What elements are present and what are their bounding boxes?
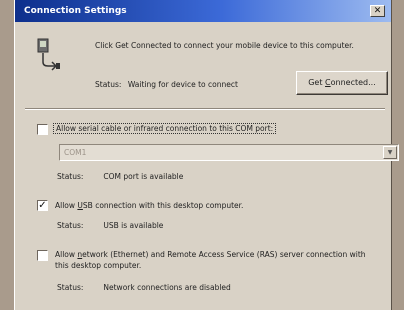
title-bar: Connection Settings ✕: [15, 0, 391, 22]
close-button[interactable]: ✕: [370, 5, 385, 17]
serial-label[interactable]: Allow serial cable or infrared connectio…: [53, 123, 277, 134]
network-status: Status: Network connections are disabled: [57, 283, 231, 292]
divider: [25, 108, 385, 110]
serial-status-value: COM port is available: [103, 172, 184, 181]
get-connected-label-pre: Get: [308, 78, 326, 87]
intro-status-value: Waiting for device to connect: [127, 80, 238, 89]
usb-label-post: SB connection with this desktop computer…: [82, 201, 244, 210]
chevron-down-icon[interactable]: ▼: [383, 146, 397, 159]
network-label[interactable]: Allow network (Ethernet) and Remote Acce…: [55, 249, 375, 271]
network-status-value: Network connections are disabled: [103, 283, 231, 292]
handheld-device-icon: [37, 38, 60, 71]
com-port-value: COM1: [64, 148, 87, 157]
usb-label-pre: Allow: [55, 201, 78, 210]
usb-checkbox[interactable]: ✓: [37, 200, 48, 211]
network-label-post: etwork (Ethernet) and Remote Access Serv…: [55, 250, 366, 270]
serial-label-text: Allow serial cable or infrared connectio…: [53, 123, 277, 134]
connection-settings-window: Connection Settings ✕ Click Get Connecte…: [14, 0, 399, 310]
window-title: Connection Settings: [24, 6, 127, 16]
get-connected-label-post: onnected...: [330, 78, 376, 87]
serial-checkbox[interactable]: [37, 124, 48, 135]
network-checkbox[interactable]: [37, 250, 48, 261]
close-icon: ✕: [373, 6, 382, 16]
network-status-label: Status:: [57, 283, 84, 292]
serial-status-label: Status:: [57, 172, 84, 181]
intro-description: Click Get Connected to connect your mobi…: [95, 41, 354, 50]
network-label-pre: Allow: [55, 250, 78, 259]
intro-status: Status: Waiting for device to connect: [95, 80, 238, 89]
get-connected-button[interactable]: Get Connected...: [296, 71, 388, 95]
usb-status-label: Status:: [57, 221, 84, 230]
com-port-select[interactable]: COM1 ▼: [59, 144, 399, 161]
usb-label[interactable]: Allow USB connection with this desktop c…: [55, 200, 243, 211]
serial-status: Status: COM port is available: [57, 172, 183, 181]
usb-status: Status: USB is available: [57, 221, 163, 230]
usb-status-value: USB is available: [103, 221, 164, 230]
intro-status-label: Status:: [95, 80, 122, 89]
